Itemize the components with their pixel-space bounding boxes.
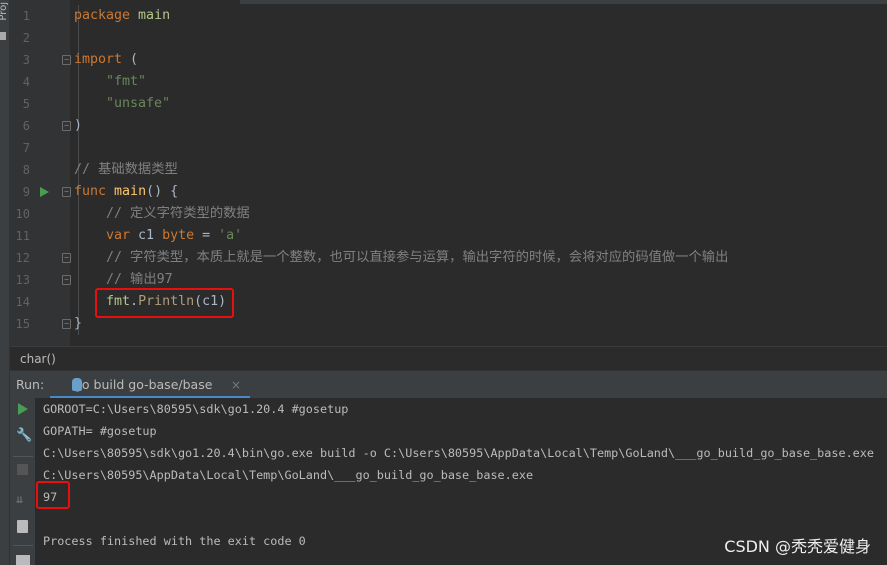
code-token: ): [74, 118, 83, 133]
code-token: "fmt": [74, 74, 147, 89]
code-token: package: [74, 8, 131, 23]
code-text: ): [74, 115, 82, 137]
console-line: GOPATH= #gosetup: [43, 424, 157, 438]
stop-icon[interactable]: [17, 464, 28, 475]
code-editor[interactable]: 1 package main 2 3− import (4 "fmt" 5 "unsafe…: [10, 0, 887, 346]
line-number: 12: [15, 251, 30, 265]
code-line[interactable]: 2: [10, 27, 887, 49]
line-number: 5: [22, 97, 30, 111]
run-toolbar: 🔧 ⇊: [10, 398, 35, 565]
code-line[interactable]: 10 // 定义字符类型的数据: [10, 203, 887, 225]
line-number: 9: [22, 185, 30, 199]
highlight-box-println: [95, 288, 234, 318]
code-text: }: [74, 313, 82, 335]
code-text: import (: [74, 49, 138, 71]
code-token: c1: [130, 228, 163, 243]
code-line[interactable]: 5 "unsafe": [10, 93, 887, 115]
code-token: func: [74, 184, 107, 199]
project-tab[interactable]: Proj: [0, 2, 9, 21]
code-text: package main: [74, 5, 170, 27]
gopher-icon: [72, 378, 82, 391]
code-line[interactable]: 11 var c1 byte = 'a': [10, 225, 887, 247]
line-number: 13: [15, 273, 30, 287]
code-line[interactable]: 9 − func main() {: [10, 181, 887, 203]
code-token: import: [74, 52, 123, 67]
trash-icon[interactable]: [17, 520, 28, 533]
run-gutter-icon[interactable]: [40, 187, 49, 197]
code-token: 'a': [218, 228, 243, 243]
console-output[interactable]: GOROOT=C:\Users\80595\sdk\go1.20.4 #gose…: [35, 398, 887, 565]
code-line[interactable]: 8 // 基础数据类型: [10, 159, 887, 181]
code-token: // 基础数据类型: [74, 162, 178, 177]
code-text: // 定义字符类型的数据: [74, 203, 250, 225]
line-number: 1: [22, 9, 30, 23]
code-token: // 字符类型，本质上就是一个整数，也可以直接参与运算，输出字符的时候，会将对应…: [74, 250, 729, 265]
horizontal-scrollbar[interactable]: [240, 0, 887, 4]
console-line: C:\Users\80595\AppData\Local\Temp\GoLand…: [43, 468, 534, 482]
line-number: 4: [22, 75, 30, 89]
divider: [13, 545, 33, 546]
code-text: "unsafe": [74, 93, 170, 115]
fold-icon[interactable]: −: [62, 275, 71, 285]
code-text: "fmt": [74, 71, 146, 93]
breadcrumb[interactable]: char(): [10, 346, 887, 370]
run-label: Run:: [16, 377, 45, 392]
fold-icon[interactable]: −: [62, 253, 71, 263]
scroll-to-end-icon[interactable]: ⇊: [16, 492, 23, 506]
code-token: main: [114, 184, 147, 199]
code-token: byte: [162, 228, 195, 243]
layout-icon[interactable]: [16, 555, 30, 565]
code-text: var c1 byte = 'a': [74, 225, 242, 247]
code-text: // 基础数据类型: [74, 159, 178, 181]
run-panel-header: Run: go build go-base/base ×: [10, 370, 887, 399]
code-line[interactable]: 3 − import (: [10, 49, 887, 71]
code-line[interactable]: 7: [10, 137, 887, 159]
code-text: func main() {: [74, 181, 178, 203]
code-line[interactable]: 12 − // 字符类型，本质上就是一个整数，也可以直接参与运算，输出字符的时候，…: [10, 247, 887, 269]
line-number: 3: [22, 53, 30, 67]
highlight-box-output: [36, 481, 70, 509]
run-tab-label: go build go-base/base: [74, 377, 213, 392]
code-line[interactable]: 1 package main: [10, 5, 887, 27]
code-token: // 定义字符类型的数据: [74, 206, 250, 221]
wrench-icon[interactable]: 🔧: [16, 428, 32, 443]
fold-icon[interactable]: −: [62, 121, 71, 131]
fold-icon[interactable]: −: [62, 187, 71, 197]
fold-icon[interactable]: −: [62, 319, 71, 329]
line-number: 2: [22, 31, 30, 45]
close-tab-icon[interactable]: ×: [231, 371, 241, 399]
code-line[interactable]: 6 −): [10, 115, 887, 137]
run-tab[interactable]: go build go-base/base ×: [50, 371, 250, 399]
code-text: // 字符类型，本质上就是一个整数，也可以直接参与运算，输出字符的时候，会将对应…: [74, 247, 728, 269]
line-number: 11: [15, 229, 30, 243]
project-tool-strip[interactable]: Proj: [0, 0, 10, 565]
line-number: 10: [15, 207, 30, 221]
code-token: var: [74, 228, 131, 243]
code-token: }: [74, 316, 83, 331]
watermark: CSDN @秃秃爱健身: [724, 537, 871, 556]
console-line: C:\Users\80595\sdk\go1.20.4\bin\go.exe b…: [43, 446, 874, 460]
divider: [13, 456, 33, 457]
code-token: () {: [146, 184, 179, 199]
code-token: =: [194, 228, 219, 243]
fold-icon[interactable]: −: [62, 55, 71, 65]
line-number: 6: [22, 119, 30, 133]
console-line: 97: [43, 490, 58, 504]
console-line: GOROOT=C:\Users\80595\sdk\go1.20.4 #gose…: [43, 402, 349, 416]
line-number: 15: [15, 317, 30, 331]
line-number: 8: [22, 163, 30, 177]
code-line[interactable]: 4 "fmt": [10, 71, 887, 93]
rerun-icon[interactable]: [18, 403, 28, 415]
code-token: // 输出97: [74, 272, 173, 287]
line-number: 7: [22, 141, 30, 155]
code-token: (: [122, 52, 139, 67]
line-number: 14: [15, 295, 30, 309]
code-token: main: [130, 8, 171, 23]
structure-icon: [0, 32, 6, 40]
code-token: "unsafe": [74, 96, 171, 111]
